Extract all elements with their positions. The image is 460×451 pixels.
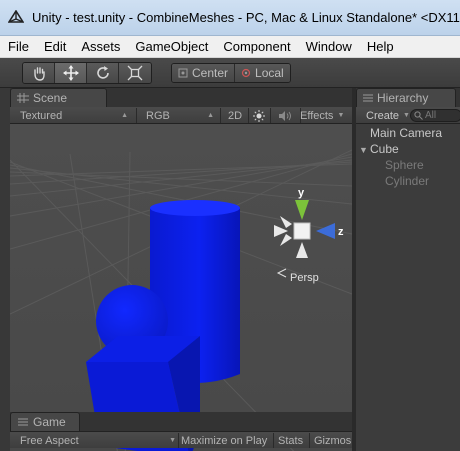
mode-2d-label: 2D — [227, 109, 243, 122]
aspect-caret-icon: ▼ — [169, 436, 176, 444]
tab-scene-label: Scene — [33, 91, 68, 105]
tab-hierarchy[interactable]: Hierarchy — [356, 88, 456, 107]
scene-audio-toggle[interactable] — [273, 107, 297, 124]
gizmo-projection-label[interactable]: Persp — [290, 272, 319, 284]
maximize-on-play-toggle[interactable]: Maximize on Play — [181, 432, 267, 449]
scale-tool-button[interactable] — [119, 63, 151, 83]
effects-label: Effects — [300, 109, 334, 122]
maximize-on-play-label: Maximize on Play — [181, 434, 268, 447]
move-tool-button[interactable] — [55, 63, 87, 83]
separator — [270, 108, 271, 123]
scene-viewport[interactable]: y z Persp — [10, 124, 352, 451]
hand-icon — [33, 67, 45, 81]
render-mode-caret-icon: ▲ — [207, 111, 214, 119]
window-title: Unity - test.unity - CombineMeshes - PC,… — [32, 10, 460, 25]
tab-game-label: Game — [33, 415, 66, 429]
pivot-rotation-button[interactable]: Local — [235, 64, 290, 82]
game-tab-bar: Game — [10, 412, 352, 431]
render-mode-dropdown[interactable]: RGB ▲ — [146, 107, 218, 124]
game-toolbar: Free Aspect ▼ Maximize on Play Stats Giz… — [10, 431, 352, 448]
separator — [220, 108, 221, 123]
menu-component[interactable]: Component — [215, 37, 297, 57]
scene-render: y z Persp — [10, 124, 352, 451]
stats-label: Stats — [278, 434, 304, 447]
menu-bar: File Edit Assets GameObject Component Wi… — [0, 36, 460, 58]
pivot-mode-label: Center — [192, 66, 229, 80]
hand-tool-button[interactable] — [23, 63, 55, 83]
scene-tab-bar: Scene — [10, 88, 352, 107]
hierarchy-tab-bar: Hierarchy — [356, 88, 460, 107]
transform-tools — [22, 62, 152, 84]
create-dropdown[interactable]: Create ▼ — [366, 107, 410, 124]
hierarchy-item-cylinder[interactable]: Cylinder — [385, 173, 429, 189]
aspect-dropdown[interactable]: Free Aspect ▼ — [20, 432, 176, 449]
hierarchy-search-placeholder: All — [425, 110, 437, 121]
draw-mode-caret-icon: ▲ — [121, 111, 128, 119]
hierarchy-item-sphere[interactable]: Sphere — [385, 157, 424, 173]
separator — [273, 433, 274, 448]
hierarchy-item-main-camera[interactable]: Main Camera — [370, 125, 442, 141]
gizmo-y-label: y — [298, 187, 305, 199]
draw-mode-value: Textured — [20, 109, 63, 122]
gizmo-z-label: z — [338, 226, 344, 238]
scene-grid-icon — [17, 93, 29, 103]
editor-main: Center Local Scene Textured ▲ RGB ▲ 2D E… — [0, 58, 460, 451]
hierarchy-item-cube[interactable]: ▼ Cube — [359, 141, 399, 158]
separator — [136, 108, 137, 123]
menu-assets[interactable]: Assets — [73, 37, 127, 57]
hierarchy-item-label: Sphere — [385, 158, 424, 172]
create-caret-icon: ▼ — [403, 111, 410, 119]
tab-hierarchy-label: Hierarchy — [377, 91, 429, 105]
hierarchy-toolbar: Create ▼ All — [356, 107, 460, 124]
scale-icon — [127, 65, 143, 81]
list-icon — [363, 94, 373, 102]
unity-logo-icon — [8, 10, 24, 23]
separator — [309, 433, 310, 448]
menu-edit[interactable]: Edit — [36, 37, 73, 57]
gizmos-label: Gizmos — [314, 434, 352, 447]
search-icon — [414, 111, 423, 120]
hierarchy-item-label: Cube — [370, 142, 399, 156]
center-pivot-icon — [178, 68, 188, 78]
speaker-icon — [279, 110, 291, 121]
tab-scene[interactable]: Scene — [10, 88, 107, 107]
rotate-icon — [96, 66, 109, 79]
hierarchy-item-label: Cylinder — [385, 174, 430, 188]
aspect-value: Free Aspect — [20, 434, 79, 447]
hierarchy-item-label: Main Camera — [370, 126, 443, 140]
pivot-controls: Center Local — [171, 63, 291, 83]
scene-lighting-toggle[interactable] — [250, 107, 268, 124]
effects-caret-icon: ▼ — [337, 111, 345, 119]
separator — [178, 433, 179, 448]
move-icon — [62, 65, 79, 81]
gizmos-dropdown[interactable]: Gizmos — [314, 432, 351, 449]
pivot-mode-button[interactable]: Center — [172, 64, 236, 82]
mode-2d-toggle[interactable]: 2D — [223, 107, 247, 124]
expand-triangle-icon[interactable]: ▼ — [359, 142, 370, 158]
local-rotation-icon — [241, 68, 251, 78]
rotate-tool-button[interactable] — [87, 63, 119, 83]
sun-icon — [253, 109, 265, 122]
window-title-bar: Unity - test.unity - CombineMeshes - PC,… — [0, 0, 460, 36]
scene-view-toolbar: Textured ▲ RGB ▲ 2D Effects ▼ — [10, 107, 352, 124]
separator — [248, 108, 249, 123]
hierarchy-tree: Main Camera ▼ Cube Sphere Cylinder — [356, 124, 460, 451]
main-toolbar: Center Local — [0, 58, 460, 88]
menu-window[interactable]: Window — [298, 37, 359, 57]
left-dock-strip — [0, 88, 10, 451]
menu-gameobject[interactable]: GameObject — [127, 37, 215, 57]
menu-file[interactable]: File — [0, 37, 36, 57]
effects-dropdown[interactable]: Effects ▼ — [300, 107, 352, 124]
stats-toggle[interactable]: Stats — [278, 432, 303, 449]
render-mode-value: RGB — [146, 109, 170, 122]
game-controller-icon — [18, 418, 28, 426]
pivot-rotation-label: Local — [255, 66, 284, 80]
menu-help[interactable]: Help — [359, 37, 401, 57]
draw-mode-dropdown[interactable]: Textured ▲ — [20, 107, 132, 124]
tab-game[interactable]: Game — [10, 412, 80, 431]
create-label: Create — [366, 109, 400, 122]
